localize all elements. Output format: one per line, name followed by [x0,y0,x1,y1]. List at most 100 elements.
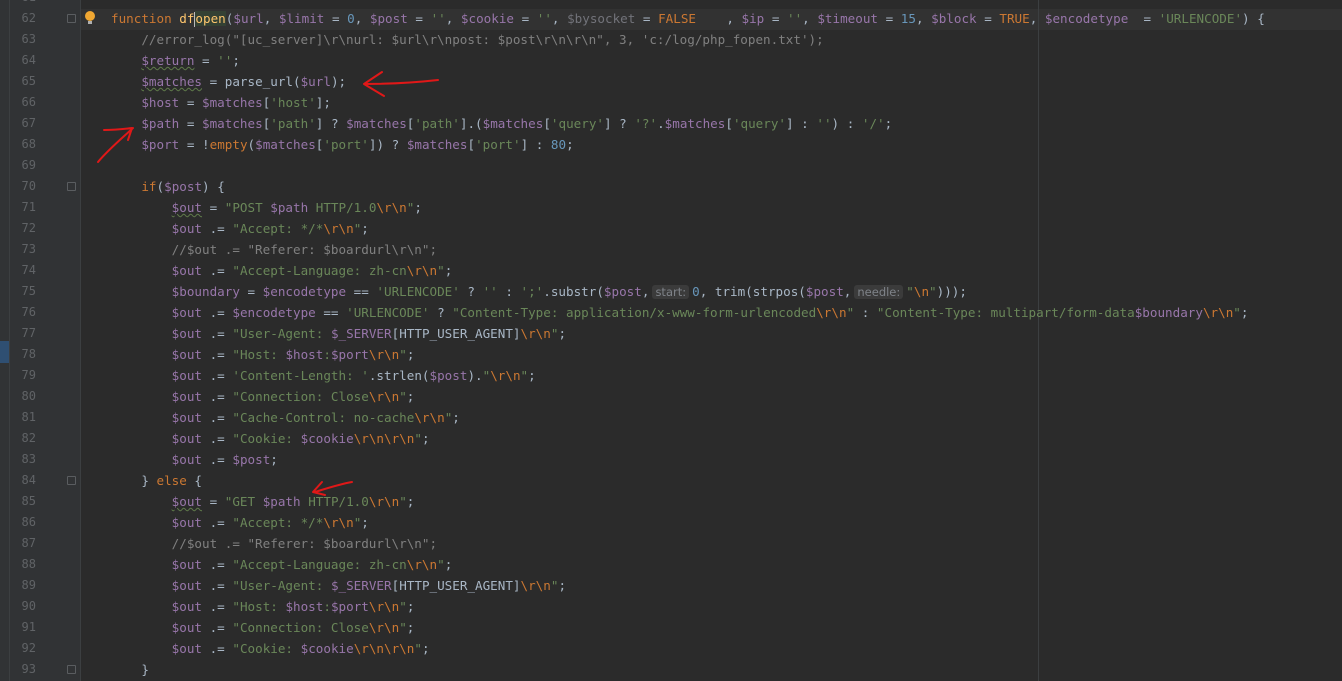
code-token: \r\n\r\n [353,641,415,656]
code-token: $host [285,347,324,362]
line-number: 62 [21,11,36,25]
code-line[interactable]: $out = "POST $path HTTP/1.0\r\n"; [111,197,422,218]
code-line[interactable]: $out .= 'Content-Length: '.strlen($post)… [111,365,536,386]
code-token: $boundary [1134,305,1203,320]
code-token: $limit [278,11,325,26]
code-line[interactable]: $boundary = $encodetype == 'URLENCODE' ?… [111,281,967,302]
code-token: , trim(strpos( [699,284,806,299]
fold-marker-icon[interactable] [67,476,76,485]
code-token: 'host' [270,95,316,110]
code-token: .= [202,452,233,467]
code-token: $out [171,305,203,320]
code-line[interactable]: $out .= "Accept-Language: zh-cn\r\n"; [111,554,453,575]
code-token: ; [232,53,240,68]
code-token: ; [884,116,893,131]
code-token: ]) ? [368,137,407,152]
code-line[interactable]: $out .= "Host: $host:$port\r\n"; [111,344,415,365]
code-line[interactable]: if($post) { [111,176,224,197]
code-line[interactable]: $port = !empty($matches['port']) ? $matc… [111,134,573,155]
line-number: 86 [21,515,36,529]
code-token: else [156,473,187,488]
code-line[interactable]: $out .= "Cookie: $cookie\r\n\r\n"; [111,428,430,449]
code-token: df [179,11,195,26]
code-line[interactable]: $out .= "Cookie: $cookie\r\n\r\n"; [111,638,430,659]
code-token: "GET [224,494,263,509]
code-token: ; [444,263,453,278]
code-token: '/' [861,116,885,131]
code-token: $cookie [460,11,514,26]
code-line[interactable]: $out .= "User-Agent: $_SERVER[HTTP_USER_… [111,323,566,344]
code-token: .= [202,557,233,572]
code-line[interactable]: $out .= "Accept: */*\r\n"; [111,218,369,239]
code-token: $out [171,599,203,614]
code-token: "Accept: */* [232,221,324,236]
code-line[interactable]: $out .= "Accept: */*\r\n"; [111,512,369,533]
code-line[interactable]: $out .= $post; [111,449,278,470]
code-token: .strlen( [368,368,430,383]
code-token: $post [232,452,271,467]
code-token: ; [414,200,422,215]
code-token: $port [141,137,180,152]
fold-marker-icon[interactable] [67,14,76,23]
code-token: empty [209,137,248,152]
code-line[interactable]: //error_log("[uc_server]\r\nurl: $url\r\… [111,29,823,50]
code-line[interactable]: $host = $matches['host']; [111,92,331,113]
code-token: \r\n [1202,305,1234,320]
code-token: \r\n [368,599,400,614]
code-token: : [323,599,331,614]
fold-marker-icon[interactable] [67,665,76,674]
code-line[interactable]: $out = "GET $path HTTP/1.0\r\n"; [111,491,415,512]
code-line[interactable]: $matches = parse_url($url); [111,71,346,92]
code-token: ] : [786,116,817,131]
fold-marker-icon[interactable] [67,182,76,191]
code-token: .= [202,263,233,278]
code-comment: //$out .= "Referer: $boardurl\r\n"; [111,242,438,257]
code-token: = [976,11,1000,26]
code-token: $url [300,74,331,89]
code-line[interactable]: $out .= "Cache-Control: no-cache\r\n"; [111,407,460,428]
code-line[interactable]: //$out .= "Referer: $boardurl\r\n"; [111,239,437,260]
code-token: "Cookie: [232,431,301,446]
code-line[interactable]: } [111,659,149,680]
code-token: 0 [347,11,355,26]
code-token: .= [202,326,233,341]
code-token: ; [421,641,430,656]
code-token: "User-Agent: [232,578,331,593]
code-token: "Cache-Control: no-cache [232,410,415,425]
line-number: 83 [21,452,36,466]
code-token: 'query' [550,116,604,131]
code-token: $out [171,452,203,467]
code-token: : [497,284,521,299]
code-token: function [111,11,180,26]
code-line[interactable]: $out .= "Accept-Language: zh-cn\r\n"; [111,260,453,281]
code-editor[interactable]: function dfopen($url, $limit = 0, $post … [81,0,1342,681]
line-number: 64 [21,53,36,67]
code-line[interactable]: $out .= "Host: $host:$port\r\n"; [111,596,415,617]
code-line[interactable]: $path = $matches['path'] ? $matches['pat… [111,113,892,134]
lightbulb-icon[interactable] [85,11,95,24]
code-line[interactable]: function dfopen($url, $limit = 0, $post … [111,8,1265,29]
code-token: .= [202,410,233,425]
code-line[interactable]: $out .= "Connection: Close\r\n"; [111,386,415,407]
code-token: $out [171,368,203,383]
code-token: " [520,368,529,383]
line-number: 76 [21,305,36,319]
code-token: ].( [459,116,483,131]
code-token: " [1233,305,1241,320]
code-token: 15 [900,11,916,26]
code-line[interactable]: //$out .= "Referer: $boardurl\r\n"; [111,533,437,554]
code-line[interactable]: $return = ''; [111,50,240,71]
code-line[interactable]: } else { [111,470,202,491]
line-number: 65 [21,74,36,88]
code-line[interactable]: $out .= "User-Agent: $_SERVER[HTTP_USER_… [111,575,566,596]
code-token: .= [202,221,233,236]
code-token: .= [202,431,233,446]
code-line[interactable]: $out .= "Connection: Close\r\n"; [111,617,415,638]
line-number: 80 [21,389,36,403]
code-line[interactable]: $out .= $encodetype == 'URLENCODE' ? "Co… [111,302,1249,323]
code-token: \r\n [406,557,438,572]
